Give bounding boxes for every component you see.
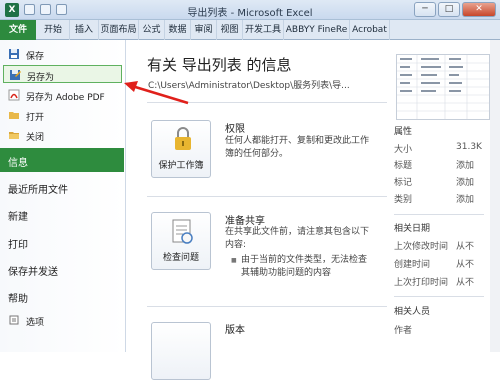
sidebar-item-recent[interactable]: 最近所用文件 <box>8 181 68 196</box>
sidebar-item-open[interactable]: 打开 <box>0 107 124 123</box>
protect-button-label: 保护工作簿 <box>158 161 204 171</box>
divider <box>394 214 484 215</box>
sidebar-item-label: 打开 <box>26 113 45 123</box>
tab-view[interactable]: 视图 <box>217 20 243 40</box>
tab-file[interactable]: 文件 <box>0 20 36 40</box>
folder-close-icon <box>9 132 19 139</box>
sidebar-item-label: 保存 <box>26 52 45 62</box>
backstage-sidebar: 保存 另存为 另存为 Adobe PDF 打开 关闭 信息 最近所用文件 新建 … <box>0 40 126 352</box>
sidebar-item-options[interactable]: 选项 <box>0 312 124 328</box>
properties-panel: 属性 大小 31.3K 标题 添加 标记 添加 类别 添加 相关日期 上次修改时… <box>390 40 500 352</box>
vertical-scrollbar[interactable] <box>490 40 500 352</box>
tags-value[interactable]: 添加 <box>456 175 474 188</box>
title-label: 标题 <box>394 161 413 171</box>
tab-formulas[interactable]: 公式 <box>139 20 165 40</box>
permissions-description: 任何人都能打开、复制和更改此工作簿的任何部分。 <box>225 136 370 159</box>
sidebar-item-label: 另存为 Adobe PDF <box>26 93 105 103</box>
size-value: 31.3K <box>456 142 482 152</box>
maximize-button[interactable]: □ <box>438 2 460 17</box>
options-icon <box>9 315 19 325</box>
sidebar-item-close[interactable]: 关闭 <box>0 127 124 143</box>
sidebar-item-save-as[interactable]: 另存为 <box>3 65 122 83</box>
divider <box>147 102 387 103</box>
modified-label: 上次修改时间 <box>394 242 449 252</box>
tab-developer[interactable]: 开发工具 <box>243 20 284 40</box>
check-issues-label: 检查问题 <box>162 253 199 263</box>
tab-review[interactable]: 审阅 <box>191 20 217 40</box>
divider <box>147 196 387 197</box>
page-title: 有关 导出列表 的信息 <box>147 56 292 74</box>
author-label: 作者 <box>394 326 413 336</box>
tab-page-layout[interactable]: 页面布局 <box>99 20 139 40</box>
divider <box>147 306 387 307</box>
sidebar-item-save-send[interactable]: 保存并发送 <box>8 263 58 278</box>
versions-title: 版本 <box>225 325 245 336</box>
sidebar-item-label: 另存为 <box>27 73 55 83</box>
category-value[interactable]: 添加 <box>456 192 474 205</box>
file-path: C:\Users\Administrator\Desktop\服务列表\导... <box>148 81 350 91</box>
versions-button[interactable] <box>151 322 211 380</box>
checklist-icon <box>172 219 193 244</box>
tab-abbyy[interactable]: ABBYY FineRe <box>284 20 350 40</box>
document-thumbnail <box>396 54 490 120</box>
pdf-icon <box>8 89 20 101</box>
protect-workbook-button[interactable]: 保护工作簿 <box>151 120 211 178</box>
tab-data[interactable]: 数据 <box>165 20 191 40</box>
sidebar-item-save[interactable]: 保存 <box>0 46 124 62</box>
created-label: 创建时间 <box>394 260 431 270</box>
sidebar-item-print[interactable]: 打印 <box>8 236 28 251</box>
check-issues-button[interactable]: 检查问题 <box>151 212 211 270</box>
size-label: 大小 <box>394 145 413 155</box>
sidebar-item-label: 关闭 <box>26 133 45 143</box>
category-label: 类别 <box>394 195 413 205</box>
related-dates-header: 相关日期 <box>394 224 431 234</box>
tags-label: 标记 <box>394 178 413 188</box>
spreadsheet-preview-icon <box>397 55 489 119</box>
sidebar-item-label: 选项 <box>26 318 45 328</box>
folder-open-icon <box>9 112 19 119</box>
prepare-share-title: 准备共享 <box>225 216 265 227</box>
ribbon-tabs: 文件 开始 插入 页面布局 公式 数据 审阅 视图 开发工具 ABBYY Fin… <box>0 20 500 40</box>
close-button[interactable]: ✕ <box>462 2 496 17</box>
sidebar-item-new[interactable]: 新建 <box>8 208 28 223</box>
minimize-button[interactable]: ─ <box>414 2 436 17</box>
properties-header[interactable]: 属性 <box>394 124 412 137</box>
save-icon <box>9 49 19 59</box>
printed-value: 从不 <box>456 278 475 288</box>
sidebar-item-label: 信息 <box>8 158 28 169</box>
related-people-header: 相关人员 <box>394 307 431 317</box>
save-as-icon <box>10 70 21 80</box>
title-bar: X 导出列表 - Microsoft Excel ─ □ ✕ <box>0 0 500 20</box>
permissions-title: 权限 <box>225 124 245 135</box>
lock-key-icon <box>175 127 191 150</box>
created-value: 从不 <box>456 260 475 270</box>
title-value[interactable]: 添加 <box>456 158 474 171</box>
modified-value: 从不 <box>456 242 475 252</box>
divider <box>394 296 484 297</box>
sidebar-item-save-as-pdf[interactable]: 另存为 Adobe PDF <box>0 87 124 103</box>
sidebar-item-info[interactable]: 信息 <box>0 148 124 172</box>
tab-acrobat[interactable]: Acrobat <box>350 20 390 40</box>
printed-label: 上次打印时间 <box>394 278 449 288</box>
prepare-share-description: 在共享此文件前，请注意其包含以下内容: <box>225 227 370 250</box>
sidebar-item-help[interactable]: 帮助 <box>8 290 28 305</box>
accessibility-bullet: 由于当前的文件类型，无法检查其辅助功能问题的内容 <box>231 254 367 280</box>
tab-insert[interactable]: 插入 <box>70 20 99 40</box>
tab-home[interactable]: 开始 <box>37 20 70 40</box>
